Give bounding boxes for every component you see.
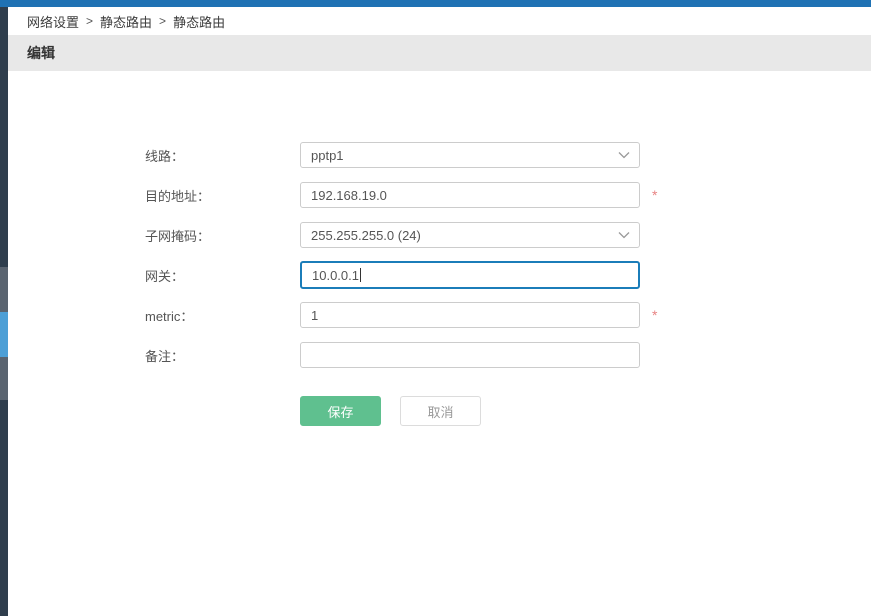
section-header: 编辑 [8, 35, 871, 71]
netmask-select-value: 255.255.255.0 (24) [311, 228, 421, 243]
chevron-down-icon [617, 228, 631, 242]
sidebar-item-collapsed[interactable] [0, 357, 8, 400]
gateway-input-value: 10.0.0.1 [312, 268, 359, 283]
remark-input[interactable] [300, 342, 640, 368]
chevron-down-icon [617, 148, 631, 162]
gateway-input[interactable]: 10.0.0.1 [300, 261, 640, 289]
netmask-label: 子网掩码： [145, 226, 300, 245]
save-button[interactable]: 保存 [300, 396, 381, 426]
form-row-metric: metric： * [8, 295, 871, 335]
required-marker: * [652, 308, 657, 322]
form-row-netmask: 子网掩码： 255.255.255.0 (24) [8, 215, 871, 255]
form-row-gateway: 网关： 10.0.0.1 [8, 255, 871, 295]
remark-label: 备注： [145, 346, 300, 365]
section-title: 编辑 [27, 43, 55, 63]
top-accent-bar [0, 0, 871, 7]
sidebar-item-collapsed[interactable] [0, 267, 8, 312]
breadcrumb-separator: > [86, 14, 93, 28]
main-content: 网络设置 > 静态路由 > 静态路由 编辑 线路： pptp1 目的地址： [8, 7, 871, 616]
breadcrumb-item-static-route[interactable]: 静态路由 [100, 12, 152, 31]
edit-static-route-form: 线路： pptp1 目的地址： * 子网掩码： 255.255.255.0 (2… [8, 71, 871, 426]
line-select-value: pptp1 [311, 148, 344, 163]
form-row-remark: 备注： [8, 335, 871, 375]
line-label: 线路： [145, 146, 300, 165]
breadcrumb: 网络设置 > 静态路由 > 静态路由 [8, 7, 871, 35]
destination-label: 目的地址： [145, 186, 300, 205]
netmask-select[interactable]: 255.255.255.0 (24) [300, 222, 640, 248]
form-row-line: 线路： pptp1 [8, 135, 871, 175]
sidebar-item-active[interactable] [0, 312, 8, 357]
gateway-label: 网关： [145, 266, 300, 285]
breadcrumb-item-network-settings[interactable]: 网络设置 [27, 12, 79, 31]
line-select[interactable]: pptp1 [300, 142, 640, 168]
form-actions: 保存 取消 [8, 396, 871, 426]
form-row-destination: 目的地址： * [8, 175, 871, 215]
metric-label: metric： [145, 306, 300, 325]
breadcrumb-item-static-route-current[interactable]: 静态路由 [173, 12, 225, 31]
text-cursor [360, 268, 361, 282]
breadcrumb-separator: > [159, 14, 166, 28]
metric-input[interactable] [300, 302, 640, 328]
destination-input[interactable] [300, 182, 640, 208]
cancel-button[interactable]: 取消 [400, 396, 481, 426]
app-window: 网络设置 > 静态路由 > 静态路由 编辑 线路： pptp1 目的地址： [0, 0, 871, 616]
collapsed-sidebar[interactable] [0, 7, 8, 616]
required-marker: * [652, 188, 657, 202]
